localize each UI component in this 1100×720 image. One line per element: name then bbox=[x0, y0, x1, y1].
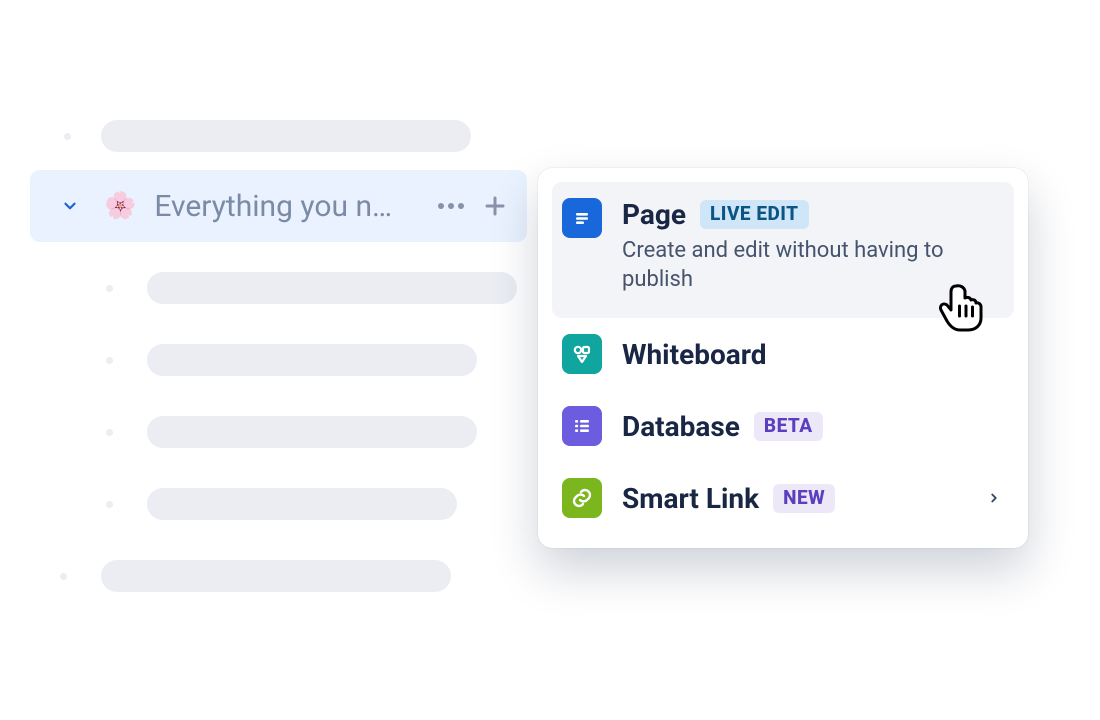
menu-item-page[interactable]: Page LIVE EDIT Create and edit without h… bbox=[552, 182, 1014, 318]
page-tree-row[interactable] bbox=[30, 468, 530, 540]
page-icon bbox=[562, 198, 602, 238]
bullet-icon bbox=[106, 285, 113, 292]
menu-item-description: Create and edit without having to publis… bbox=[622, 237, 962, 294]
page-tree-row[interactable] bbox=[30, 540, 530, 612]
bullet-icon bbox=[106, 429, 113, 436]
bullet-icon bbox=[106, 357, 113, 364]
skeleton-line bbox=[101, 120, 471, 152]
page-tree-row[interactable] bbox=[30, 252, 530, 324]
bullet-icon bbox=[106, 501, 113, 508]
menu-item-body: Smart Link NEW bbox=[622, 482, 964, 515]
menu-item-body: Page LIVE EDIT Create and edit without h… bbox=[622, 198, 1004, 294]
more-actions-button[interactable] bbox=[433, 202, 469, 210]
live-edit-badge: LIVE EDIT bbox=[700, 200, 809, 229]
bullet-icon bbox=[64, 133, 71, 140]
bullet-icon bbox=[60, 573, 67, 580]
page-tree-row[interactable] bbox=[30, 324, 530, 396]
skeleton-line bbox=[147, 344, 477, 376]
menu-item-title: Database bbox=[622, 410, 740, 443]
menu-item-body: Database BETA bbox=[622, 410, 1004, 443]
beta-badge: BETA bbox=[754, 412, 823, 441]
page-tree-row[interactable] bbox=[30, 100, 530, 172]
smart-link-icon bbox=[562, 478, 602, 518]
page-tree-row[interactable] bbox=[30, 396, 530, 468]
skeleton-line bbox=[101, 560, 451, 592]
new-badge: NEW bbox=[773, 484, 835, 513]
chevron-right-icon bbox=[984, 491, 1004, 505]
menu-item-title: Page bbox=[622, 198, 686, 231]
menu-item-database[interactable]: Database BETA bbox=[538, 390, 1028, 462]
menu-item-whiteboard[interactable]: Whiteboard bbox=[538, 318, 1028, 390]
page-tree-selected-row[interactable]: 🌸 Everything you n… bbox=[30, 170, 527, 242]
database-icon bbox=[562, 406, 602, 446]
add-child-button[interactable] bbox=[469, 194, 527, 218]
menu-item-title: Smart Link bbox=[622, 482, 759, 515]
menu-item-body: Whiteboard bbox=[622, 338, 1004, 371]
skeleton-line bbox=[147, 416, 477, 448]
menu-item-title: Whiteboard bbox=[622, 338, 766, 371]
chevron-down-icon[interactable] bbox=[58, 194, 82, 218]
skeleton-line bbox=[147, 488, 457, 520]
create-content-menu: Page LIVE EDIT Create and edit without h… bbox=[538, 168, 1028, 548]
menu-item-smart-link[interactable]: Smart Link NEW bbox=[538, 462, 1028, 534]
whiteboard-icon bbox=[562, 334, 602, 374]
skeleton-line bbox=[147, 272, 517, 304]
page-title: Everything you n… bbox=[154, 189, 392, 224]
page-emoji-icon: 🌸 bbox=[104, 193, 136, 219]
